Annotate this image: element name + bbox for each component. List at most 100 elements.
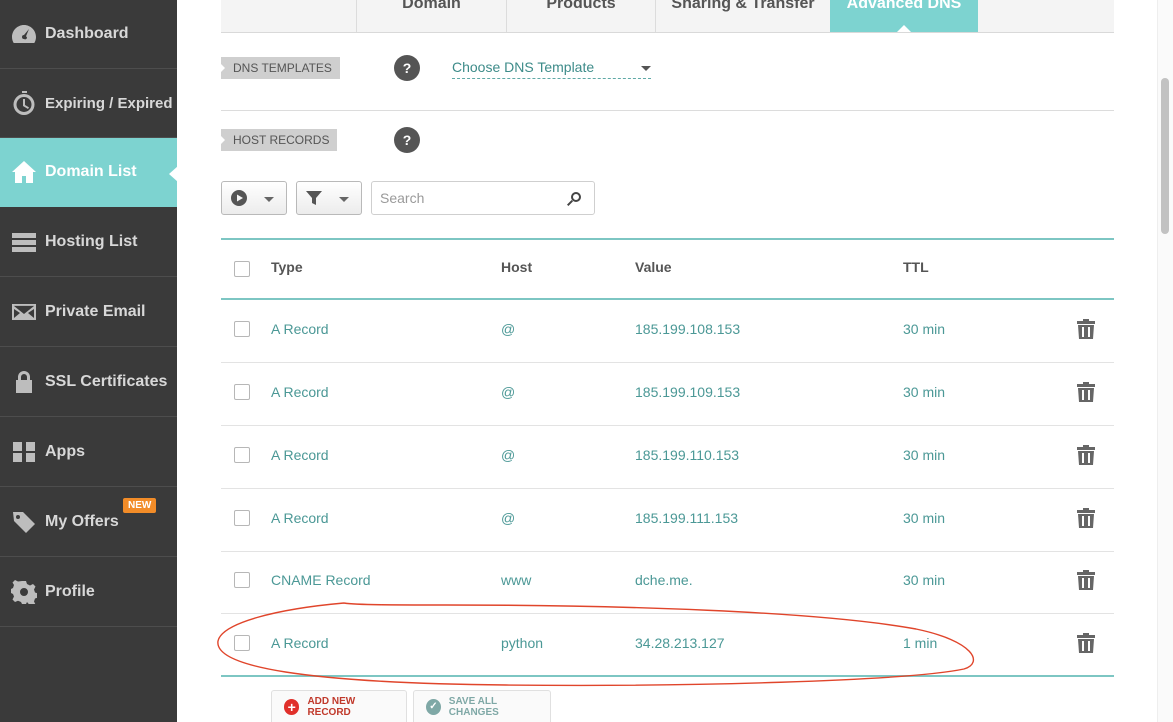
record-host[interactable]: www [501, 572, 531, 588]
table-row: A Record @ 185.199.110.153 30 min [221, 426, 1114, 489]
lock-icon [10, 369, 38, 395]
sidebar-item-expiring[interactable]: Expiring / Expired [0, 69, 177, 138]
trash-icon[interactable] [1077, 570, 1095, 590]
sidebar-item-ssl-certificates[interactable]: SSL Certificates [0, 348, 177, 417]
tab-label: Advanced DNS [846, 0, 962, 12]
filter-dropdown-button[interactable] [296, 181, 362, 215]
record-value[interactable]: 185.199.108.153 [635, 321, 740, 337]
column-header-type: Type [271, 259, 303, 275]
column-header-host: Host [501, 259, 533, 275]
record-ttl[interactable]: 30 min [903, 510, 945, 526]
sidebar-item-label: My Offers [45, 513, 119, 530]
record-value[interactable]: 185.199.110.153 [635, 447, 739, 463]
trash-icon[interactable] [1077, 382, 1095, 402]
new-badge: NEW [123, 498, 157, 513]
chevron-down-icon [641, 66, 651, 71]
actions-dropdown-button[interactable] [221, 181, 287, 215]
sidebar-item-my-offers[interactable]: My Offers NEW [0, 488, 177, 557]
record-host[interactable]: @ [501, 510, 515, 526]
host-records-help-button[interactable]: ? [394, 127, 420, 153]
record-type[interactable]: A Record [271, 447, 329, 463]
record-ttl[interactable]: 30 min [903, 447, 945, 463]
sidebar-item-domain-list[interactable]: Domain List [0, 138, 178, 207]
sidebar-item-apps[interactable]: Apps [0, 418, 177, 487]
sidebar-item-label: Dashboard [45, 25, 129, 42]
record-type[interactable]: A Record [271, 384, 329, 400]
trash-icon[interactable] [1077, 508, 1095, 528]
select-all-checkbox[interactable] [234, 261, 250, 277]
search-icon[interactable] [566, 191, 582, 207]
record-ttl[interactable]: 30 min [903, 572, 945, 588]
tab-domain[interactable]: Domain [356, 0, 506, 32]
dns-template-select-value: Choose DNS Template [452, 59, 595, 75]
table-row: A Record @ 185.199.108.153 30 min [221, 300, 1114, 363]
sidebar-item-hosting-list[interactable]: Hosting List [0, 208, 177, 277]
tab-products[interactable]: Products [506, 0, 655, 32]
trash-icon[interactable] [1077, 319, 1095, 339]
tab-sharing-transfer[interactable]: Sharing & Transfer [655, 0, 830, 32]
stopwatch-icon [10, 90, 38, 116]
sidebar-item-label: Apps [45, 443, 85, 460]
record-host[interactable]: python [501, 635, 543, 651]
sidebar-item-dashboard[interactable]: Dashboard [0, 0, 177, 69]
tag-icon [10, 509, 38, 535]
sidebar-item-label: Profile [45, 583, 95, 600]
record-type[interactable]: A Record [271, 510, 329, 526]
record-value[interactable]: 34.28.213.127 [635, 635, 725, 651]
record-value[interactable]: 185.199.109.153 [635, 384, 740, 400]
tab-advanced-dns[interactable]: Advanced DNS [830, 0, 978, 32]
row-checkbox[interactable] [234, 384, 250, 400]
dns-templates-help-button[interactable]: ? [394, 55, 420, 81]
tab-label: Sharing & Transfer [671, 0, 815, 12]
save-all-changes-label: SAVE ALL CHANGES [448, 695, 499, 718]
dns-template-select[interactable]: Choose DNS Template [452, 57, 651, 79]
record-ttl[interactable]: 30 min [903, 321, 945, 337]
play-circle-icon [231, 190, 247, 206]
trash-icon[interactable] [1077, 445, 1095, 465]
record-ttl[interactable]: 1 min [903, 635, 937, 651]
record-host[interactable]: @ [501, 447, 515, 463]
section-divider [221, 110, 1114, 111]
add-new-record-button[interactable]: + ADD NEW RECORD [271, 690, 407, 722]
scrollbar-thumb[interactable] [1161, 78, 1169, 234]
record-type[interactable]: CNAME Record [271, 572, 371, 588]
row-checkbox[interactable] [234, 447, 250, 463]
tab-label: Domain [402, 0, 461, 12]
table-row: A Record @ 185.199.109.153 30 min [221, 363, 1114, 426]
column-header-ttl: TTL [903, 259, 929, 275]
row-checkbox[interactable] [234, 510, 250, 526]
record-value[interactable]: 185.199.111.153 [635, 510, 738, 526]
filter-icon [306, 191, 322, 205]
row-checkbox[interactable] [234, 321, 250, 337]
home-icon [10, 159, 38, 185]
save-all-changes-button[interactable]: ✓ SAVE ALL CHANGES [413, 690, 551, 722]
row-checkbox[interactable] [234, 635, 250, 651]
column-header-value: Value [635, 259, 672, 275]
server-icon [10, 229, 38, 255]
record-host[interactable]: @ [501, 321, 515, 337]
sidebar-item-label: SSL Certificates [45, 373, 168, 390]
trash-icon[interactable] [1077, 633, 1095, 653]
row-checkbox[interactable] [234, 572, 250, 588]
table-row: CNAME Record www dche.me. 30 min [221, 551, 1114, 614]
sidebar-item-label: Domain List [45, 163, 137, 180]
table-bottom-border [221, 675, 1114, 677]
add-new-record-label: ADD NEW RECORD [307, 695, 356, 718]
record-ttl[interactable]: 30 min [903, 384, 945, 400]
chevron-down-icon [264, 197, 274, 202]
search-input[interactable] [372, 182, 552, 214]
sidebar-item-label: Hosting List [45, 233, 138, 250]
record-type[interactable]: A Record [271, 321, 329, 337]
table-row: A Record python 34.28.213.127 1 min [221, 614, 1114, 677]
chevron-down-icon [339, 197, 349, 202]
gear-icon [10, 579, 38, 605]
check-circle-icon: ✓ [426, 698, 441, 715]
record-host[interactable]: @ [501, 384, 515, 400]
record-value[interactable]: dche.me. [635, 572, 693, 588]
sidebar: Dashboard Expiring / Expired Domain List… [0, 0, 178, 722]
sidebar-item-profile[interactable]: Profile [0, 558, 177, 627]
record-type[interactable]: A Record [271, 635, 329, 651]
table-row: A Record @ 185.199.111.153 30 min [221, 489, 1114, 552]
dns-templates-label: DNS TEMPLATES [221, 57, 340, 79]
sidebar-item-private-email[interactable]: Private Email [0, 278, 177, 347]
